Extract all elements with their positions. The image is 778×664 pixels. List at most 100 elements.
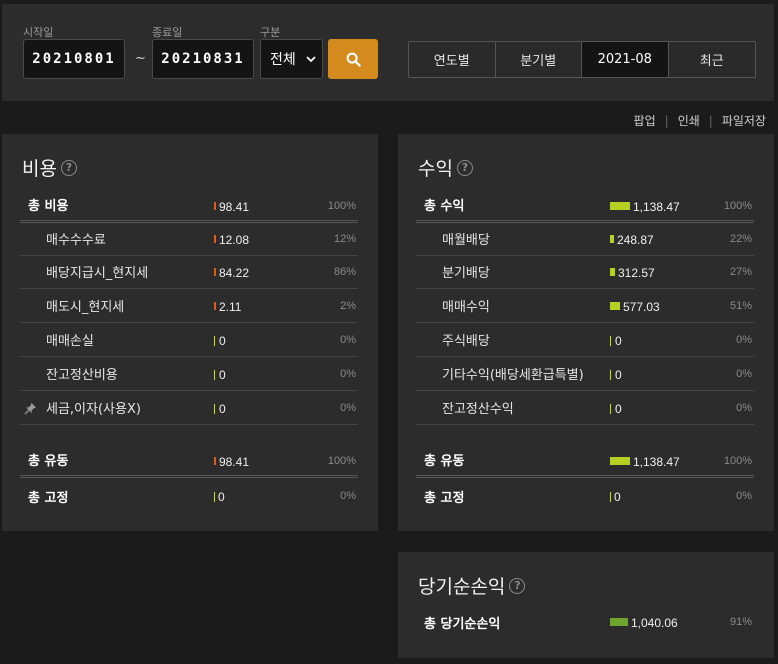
value-bar xyxy=(214,235,216,243)
row-value: 0 xyxy=(219,334,226,348)
value-bar xyxy=(214,202,216,210)
net-income-panel: 당기순손익 ? 총 당기순손익 1,040.06 91% xyxy=(398,552,774,658)
net-income-title-text: 당기순손익 xyxy=(418,576,506,598)
row-percent: 91% xyxy=(729,616,752,628)
value-bar xyxy=(610,202,630,210)
income-title: 수익 ? xyxy=(418,154,473,181)
value-bar xyxy=(610,457,630,465)
row-percent: 100% xyxy=(723,455,752,467)
row-percent: 0% xyxy=(736,490,752,502)
chevron-down-icon xyxy=(306,56,316,63)
print-link[interactable]: 인쇄 xyxy=(678,112,700,129)
row-label: 매매수익 xyxy=(442,300,490,315)
expense-title-text: 비용 xyxy=(22,158,57,180)
value-bar xyxy=(214,492,215,502)
save-file-link[interactable]: 파일저장 xyxy=(722,112,766,129)
row-label: 매도시_현지세 xyxy=(46,300,125,315)
row-value: 1,040.06 xyxy=(631,616,678,630)
row-label: 매매손실 xyxy=(46,334,94,349)
value-bar xyxy=(610,268,615,276)
pin-icon[interactable] xyxy=(24,402,37,419)
row-value: 577.03 xyxy=(623,300,660,314)
row-value: 98.41 xyxy=(219,455,250,469)
table-row: 매수수수료 12.08 12% xyxy=(20,222,358,256)
row-value: 248.87 xyxy=(617,233,654,247)
popup-link[interactable]: 팝업 xyxy=(634,112,656,129)
table-row: 잔고정산비용 0 0% xyxy=(20,357,358,391)
period-tabs: 연도별 분기별 2021-08 최근 xyxy=(408,41,756,78)
value-bar xyxy=(610,235,614,243)
row-value: 2.11 xyxy=(219,300,242,314)
table-row: 주식배당 0 0% xyxy=(416,323,754,357)
row-label: 총 고정 xyxy=(424,490,465,506)
row-value: 0 xyxy=(218,490,225,504)
table-row: 잔고정산수익 0 0% xyxy=(416,391,754,425)
row-label: 매월배당 xyxy=(442,233,490,248)
row-percent: 2% xyxy=(340,300,356,312)
row-label: 주식배당 xyxy=(442,334,490,349)
net-income-title: 당기순손익 ? xyxy=(418,572,526,599)
table-row: 매월배당 248.87 22% xyxy=(416,222,754,256)
table-row: 매매수익 577.03 51% xyxy=(416,289,754,323)
tab-yearly[interactable]: 연도별 xyxy=(409,42,496,77)
table-row: 기타수익(배당세환급특별) 0 0% xyxy=(416,357,754,391)
income-title-text: 수익 xyxy=(418,158,453,180)
value-bar xyxy=(610,618,628,626)
row-percent: 86% xyxy=(333,266,356,278)
row-value: 0 xyxy=(219,368,226,382)
filter-bar: 시작일 20210801 ~ 종료일 20210831 구분 전체 연도별 분기… xyxy=(2,4,774,101)
date-range-separator: ~ xyxy=(135,51,146,66)
row-label: 잔고정산비용 xyxy=(46,368,118,383)
expense-total-row: 총 비용 98.41 100% xyxy=(20,189,358,223)
value-bar xyxy=(610,492,611,502)
help-icon[interactable]: ? xyxy=(60,159,77,176)
row-value: 84.22 xyxy=(219,266,250,280)
end-date-label: 종료일 xyxy=(152,26,183,39)
help-icon[interactable]: ? xyxy=(456,159,473,176)
row-value: 1,138.47 xyxy=(633,200,680,214)
row-label: 분기배당 xyxy=(442,266,490,281)
start-date-input[interactable]: 20210801 xyxy=(23,39,125,79)
row-percent: 0% xyxy=(340,334,356,346)
table-row: 배당지급시_현지세 84.22 86% xyxy=(20,255,358,289)
row-percent: 0% xyxy=(340,368,356,380)
expense-flow-row: 총 유동 98.41 100% xyxy=(20,444,358,478)
row-percent: 100% xyxy=(327,200,356,212)
tab-quarterly[interactable]: 분기별 xyxy=(495,42,582,77)
table-row: 세금,이자(사용X) 0 0% xyxy=(20,391,358,425)
row-label: 배당지급시_현지세 xyxy=(46,266,149,281)
row-value: 1,138.47 xyxy=(633,455,680,469)
row-label: 총 당기순손익 xyxy=(424,616,501,632)
row-value: 12.08 xyxy=(219,233,250,247)
type-select-value: 전체 xyxy=(270,52,296,68)
tab-month-2021-08[interactable]: 2021-08 xyxy=(582,42,669,77)
row-label: 기타수익(배당세환급특별) xyxy=(442,368,584,383)
row-label: 총 유동 xyxy=(424,454,465,469)
start-date-label: 시작일 xyxy=(23,26,54,39)
expense-fixed-row: 총 고정 0 0% xyxy=(20,479,358,513)
row-percent: 0% xyxy=(736,402,752,414)
tab-recent[interactable]: 최근 xyxy=(668,42,755,77)
table-row: 매매손실 0 0% xyxy=(20,323,358,357)
row-value: 312.57 xyxy=(618,266,655,280)
row-value: 0 xyxy=(219,402,226,416)
value-bar xyxy=(610,336,611,346)
row-label: 매수수수료 xyxy=(46,233,106,248)
value-bar xyxy=(610,404,611,414)
row-percent: 12% xyxy=(333,233,356,245)
value-bar xyxy=(214,302,216,310)
search-icon xyxy=(346,52,361,67)
value-bar xyxy=(610,302,620,310)
value-bar xyxy=(214,336,215,346)
row-label: 잔고정산수익 xyxy=(442,402,514,417)
expense-panel: 비용 ? 총 비용 98.41 100% 매수수수료 12.08 12% 배당지급시_현지세… xyxy=(2,134,378,531)
income-panel: 수익 ? 총 수익 1,138.47 100% 매월배당 248.87 22% 분기배당 31… xyxy=(398,134,774,531)
type-select[interactable]: 전체 xyxy=(260,39,323,79)
row-percent: 0% xyxy=(736,368,752,380)
value-bar xyxy=(214,268,216,276)
end-date-input[interactable]: 20210831 xyxy=(152,39,254,79)
value-bar xyxy=(214,457,216,465)
row-label: 세금,이자(사용X) xyxy=(46,402,141,417)
help-icon[interactable]: ? xyxy=(509,577,526,594)
search-button[interactable] xyxy=(328,39,378,79)
